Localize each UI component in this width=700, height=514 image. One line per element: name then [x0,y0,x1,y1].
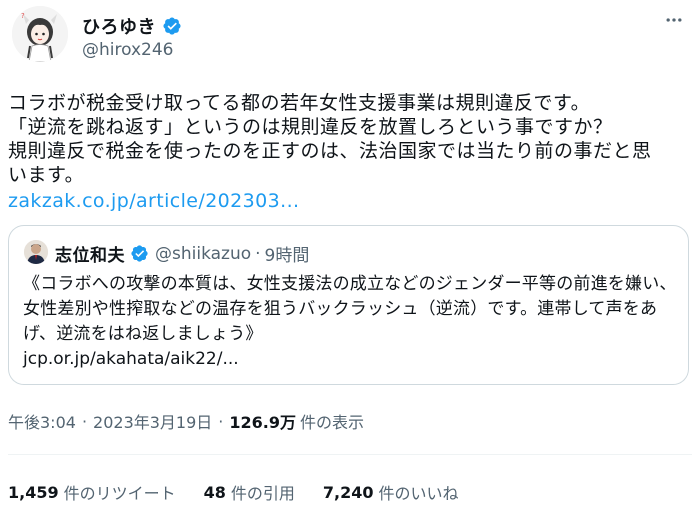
likes-label: 件のいいね [378,484,459,503]
quotes-count: 48 [203,482,226,502]
more-options-button[interactable] [658,4,690,36]
quoted-avatar-photo [24,240,48,264]
retweets-stat[interactable]: 1,459 件のリツイート [8,480,176,504]
divider [8,454,692,455]
tweet-meta: 午後3:04 · 2023年3月19日 · 126.9万 件の表示 [8,409,364,433]
author-name-row[interactable]: ひろゆき [82,13,182,39]
quoted-text: 《コラボへの攻撃の本質は、女性支援法の成立などのジェンダー平等の前進を嫌い、女性… [23,274,677,344]
quoted-timestamp[interactable]: 9時間 [265,241,310,266]
views-label: 件の表示 [300,413,365,432]
tweet: ? ひろゆき @hirox246 コラボが税金受け取ってる都の若年女性支援事業は… [0,0,700,514]
tweet-date[interactable]: 2023年3月19日 [93,409,212,433]
quoted-handle[interactable]: @shiikazuo [155,244,251,264]
avatar-illustration: ? [12,6,68,62]
quoted-link[interactable]: jcp.or.jp/akahata/aik22/... [23,347,239,372]
tweet-text: コラボが税金受け取ってる都の若年女性支援事業は規則違反です。 「逆流を跳ね返す」… [8,92,652,186]
quoted-tweet[interactable]: 志位和夫 @shiikazuo · 9時間 《コラボへの攻撃の本質は、女性支援法… [8,225,689,385]
verified-badge-icon [163,17,181,35]
quoted-header: 志位和夫 @shiikazuo · 9時間 [55,241,310,267]
more-dots-icon [666,18,682,22]
avatar[interactable]: ? [12,6,68,62]
meta-separator: · [81,411,88,431]
author-handle[interactable]: @hirox246 [82,40,174,60]
engagement-stats: 1,459 件のリツイート 48 件の引用 7,240 件のいいね [8,480,487,504]
tweet-link[interactable]: zakzak.co.jp/article/202303... [8,189,299,213]
quotes-label: 件の引用 [230,484,295,503]
retweets-count: 1,459 [8,482,59,502]
author-display-name[interactable]: ひろゆき [82,13,156,39]
quoted-display-name[interactable]: 志位和夫 [55,241,125,266]
svg-text:?: ? [21,12,25,20]
quotes-stat[interactable]: 48 件の引用 [204,480,295,504]
meta-separator-2: · [218,411,224,431]
likes-count: 7,240 [322,482,374,502]
views-count: 126.9万 [229,413,297,432]
quoted-separator: · [255,243,261,264]
quoted-verified-badge-icon [131,245,148,262]
tweet-time[interactable]: 午後3:04 [8,409,76,433]
retweets-label: 件のリツイート [63,484,176,503]
quoted-avatar[interactable] [24,240,48,264]
likes-stat[interactable]: 7,240 件のいいね [323,480,459,504]
